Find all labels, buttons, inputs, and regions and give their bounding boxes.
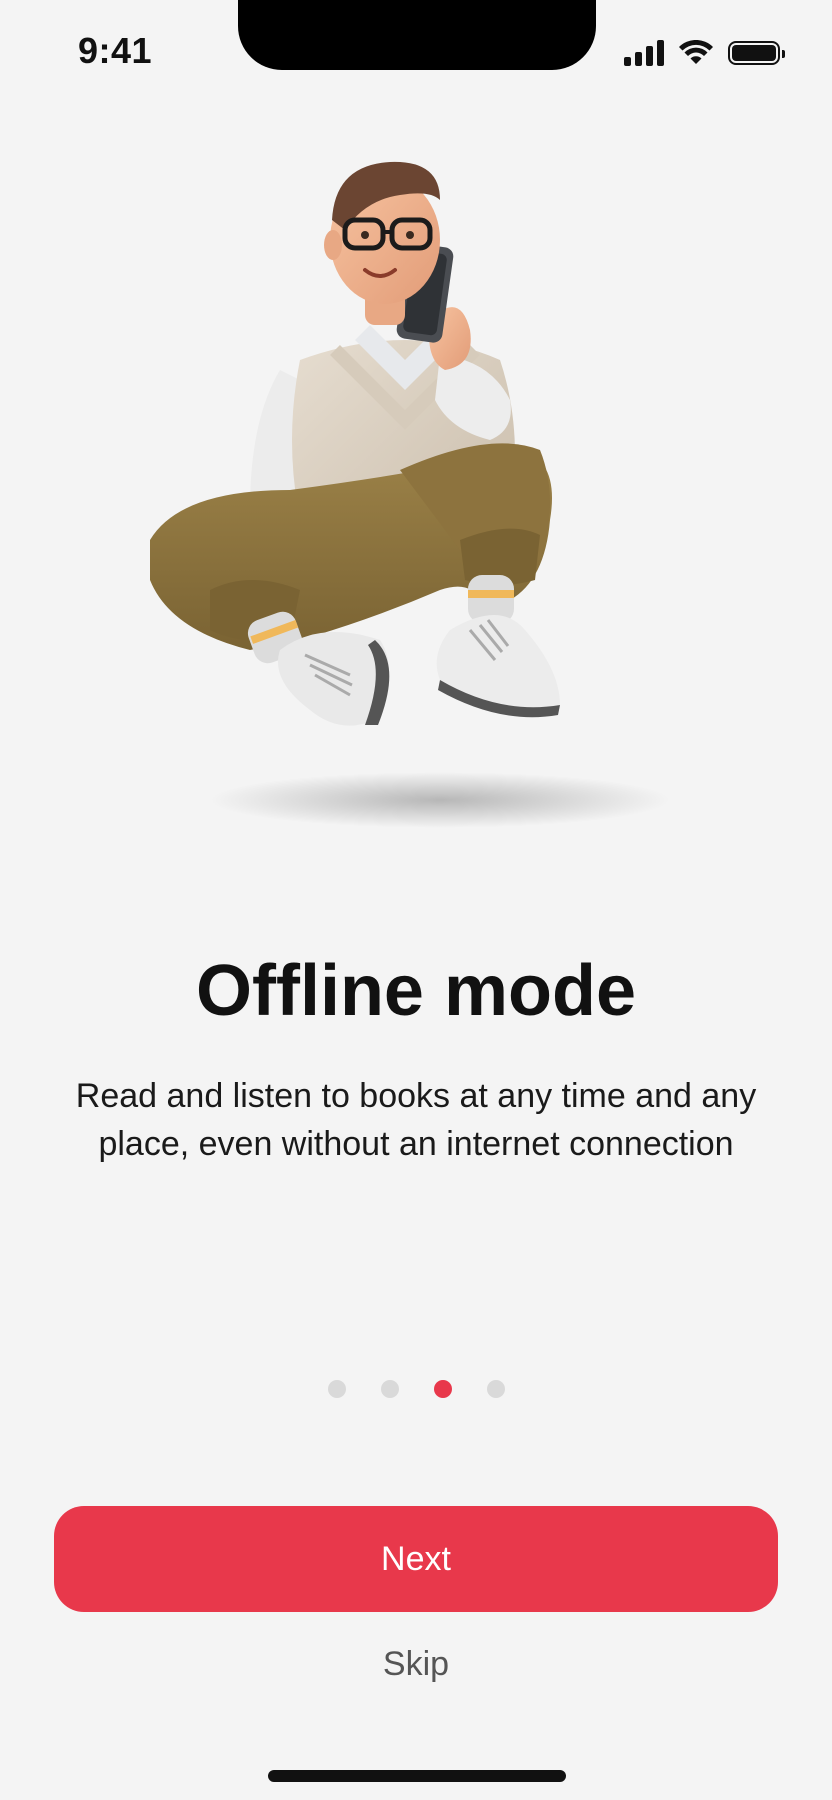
page-dot-3-active[interactable] — [433, 1380, 452, 1398]
page-dot-2[interactable] — [380, 1380, 399, 1398]
device-notch — [238, 0, 596, 70]
skip-link[interactable]: Skip — [0, 1645, 832, 1684]
onboarding-screen: 9:41 Offline mode Read and listen to boo… — [0, 0, 832, 1800]
battery-icon — [728, 41, 785, 65]
home-indicator[interactable] — [268, 1770, 566, 1782]
status-time: 9:41 — [78, 30, 153, 71]
3d-character-with-phone-illustration — [150, 161, 670, 828]
signal-icon — [624, 40, 664, 66]
next-button[interactable]: Next — [54, 1506, 778, 1612]
onboarding-description: Read and listen to books at any time and… — [75, 1077, 757, 1163]
wifi-icon — [679, 40, 713, 64]
page-dot-4[interactable] — [486, 1380, 505, 1398]
page-dot-1[interactable] — [327, 1380, 346, 1398]
page-indicator — [0, 1380, 832, 1398]
status-icons — [624, 40, 785, 66]
onboarding-title: Offline mode — [195, 951, 636, 1031]
